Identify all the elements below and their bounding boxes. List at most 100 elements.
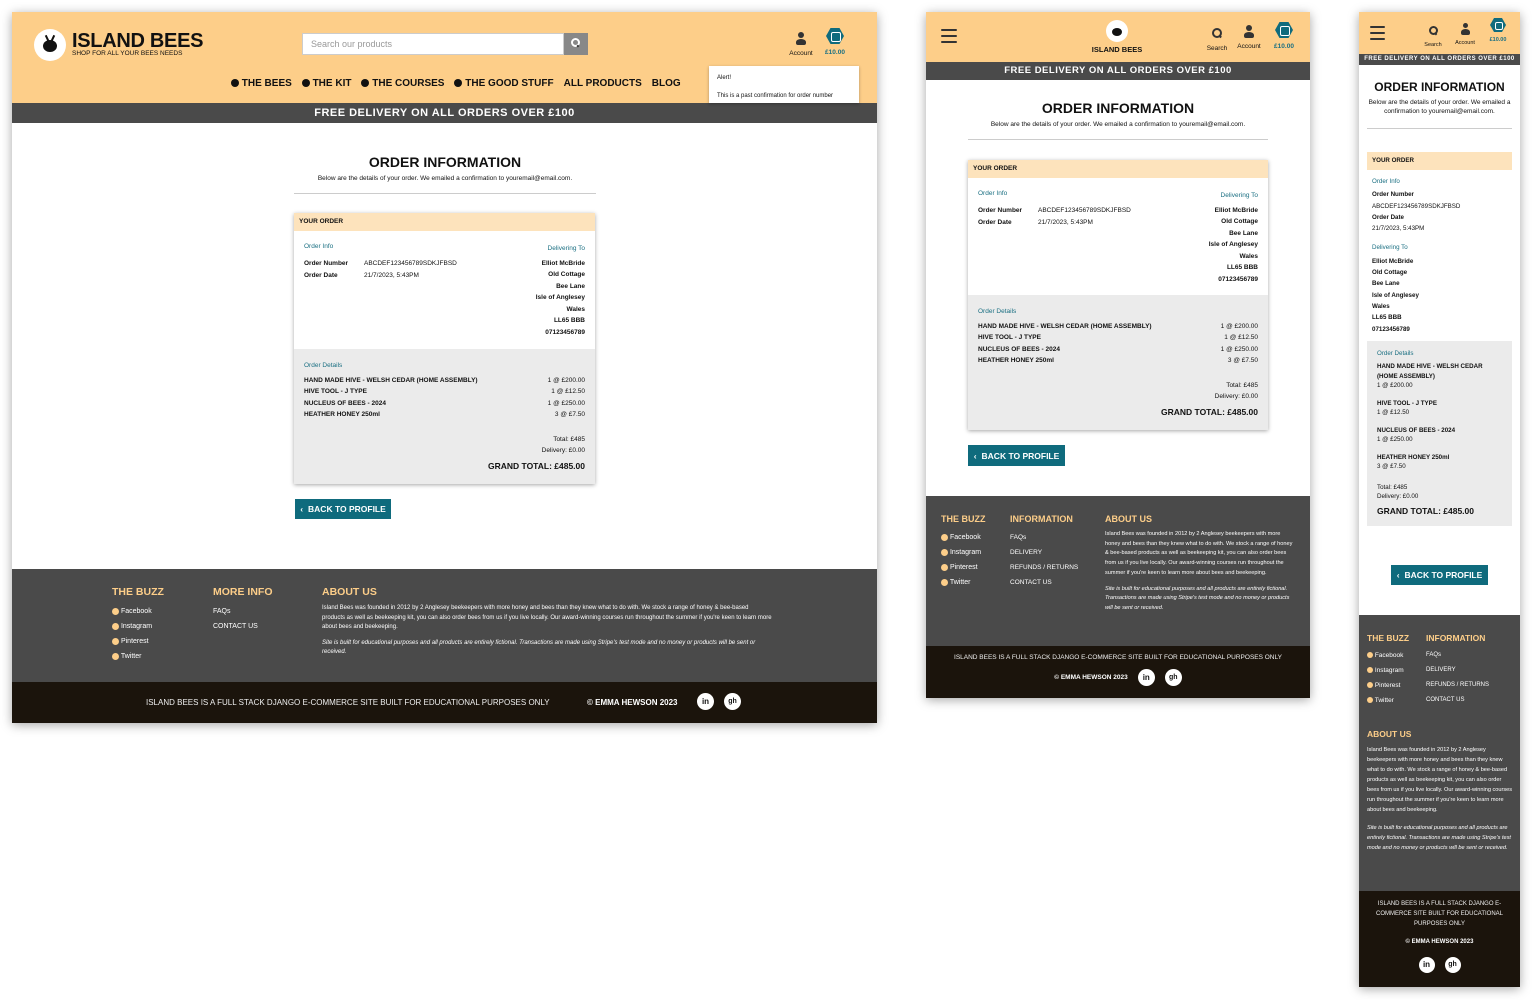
search-input[interactable]: Search our products: [302, 33, 564, 55]
footer-information: INFORMATION FAQs DELIVERY REFUNDS / RETU…: [1426, 631, 1489, 708]
page-header: ORDER INFORMATION Below are the details …: [294, 154, 596, 194]
search-link[interactable]: Search: [1204, 25, 1230, 52]
order-info-section: Order Info Order Number ABCDEF123456789SD…: [294, 231, 595, 349]
page-title: ORDER INFORMATION: [368, 154, 522, 170]
page-header: ORDER INFORMATION Below are the details …: [1367, 80, 1512, 129]
order-card: YOUR ORDER Order Info Order Number ABCDEF…: [968, 160, 1268, 430]
disclaimer-text: Site is built for educational purposes a…: [322, 639, 756, 656]
linkedin-icon[interactable]: in: [697, 693, 714, 710]
nav-item-bees[interactable]: THE BEES: [231, 78, 292, 89]
footer-link-refunds[interactable]: REFUNDS / RETURNS: [1010, 560, 1078, 575]
order-number: ABCDEF123456789SDKJFBSD: [364, 260, 457, 267]
basket-total: £10.00: [825, 49, 845, 56]
brand-tagline: SHOP FOR ALL YOUR BEES NEEDS: [72, 50, 183, 57]
logo-icon[interactable]: [1106, 20, 1128, 42]
nav-item-courses[interactable]: THE COURSES: [361, 78, 444, 89]
social-facebook[interactable]: Facebook: [941, 530, 986, 545]
page-header: ORDER INFORMATION Below are the details …: [968, 100, 1268, 140]
account-label: Account: [789, 50, 813, 57]
social-pinterest[interactable]: Pinterest: [112, 634, 164, 649]
tablet-view: ISLAND BEES Search Account £10.00 FREE D…: [926, 12, 1310, 698]
social-instagram[interactable]: Instagram: [112, 619, 164, 634]
copyright: © EMMA HEWSON 2023: [587, 698, 678, 707]
footer-link-delivery[interactable]: DELIVERY: [1010, 545, 1078, 560]
footer-link-faqs[interactable]: FAQs: [213, 604, 273, 619]
order-info-section: Order Info Order Number ABCDEF123456789S…: [1372, 178, 1461, 333]
social-instagram[interactable]: Instagram: [941, 545, 986, 560]
site-footer: THE BUZZ Facebook Instagram Pinterest Tw…: [12, 569, 877, 682]
order-card-header: YOUR ORDER: [294, 213, 595, 231]
chevron-left-icon: ‹: [973, 450, 977, 461]
social-facebook[interactable]: Facebook: [112, 604, 164, 619]
footer-link-contact[interactable]: CONTACT US: [213, 619, 273, 634]
main-nav: THE BEES THE KIT THE COURSES THE GOOD ST…: [231, 78, 681, 89]
page-title: ORDER INFORMATION: [1041, 100, 1195, 116]
page-subtitle: Below are the details of your order. We …: [990, 121, 1246, 128]
page-subtitle: Below are the details of your order. We …: [1368, 99, 1511, 115]
grand-total: GRAND TOTAL: £485.00: [1161, 406, 1258, 417]
footer-link-faqs[interactable]: FAQs: [1426, 648, 1489, 663]
account-link[interactable]: Account: [1234, 25, 1264, 50]
footer-link-delivery[interactable]: DELIVERY: [1426, 663, 1489, 678]
hamburger-menu-icon[interactable]: [1370, 26, 1385, 40]
footer-about: ABOUT US Island Bees was founded in 2012…: [1105, 514, 1293, 611]
social-twitter[interactable]: Twitter: [941, 575, 986, 590]
delivery-banner: FREE DELIVERY ON ALL ORDERS OVER £100: [12, 103, 877, 123]
basket-link[interactable]: £10.00: [1485, 18, 1511, 43]
social-pinterest[interactable]: Pinterest: [1367, 678, 1409, 693]
brand-name[interactable]: ISLAND BEES: [1081, 45, 1153, 54]
social-twitter[interactable]: Twitter: [112, 649, 164, 664]
footer-link-faqs[interactable]: FAQs: [1010, 530, 1078, 545]
footer-link-refunds[interactable]: REFUNDS / RETURNS: [1426, 678, 1489, 693]
order-date: 21/7/2023, 5:43PM: [364, 271, 419, 279]
search-button[interactable]: [564, 33, 588, 55]
account-link[interactable]: Account: [1451, 22, 1479, 46]
order-details-section: Order Details HAND MADE HIVE - WELSH CED…: [294, 349, 595, 484]
github-icon[interactable]: gh: [1444, 957, 1461, 973]
nav-item-blog[interactable]: BLOG: [652, 78, 681, 89]
search-link[interactable]: Search: [1421, 22, 1445, 48]
order-card: YOUR ORDER Order Info Order Number ABCDE…: [1367, 152, 1512, 527]
basket-link[interactable]: £10.00: [822, 28, 848, 56]
back-to-profile-button[interactable]: ‹ BACK TO PROFILE: [968, 445, 1065, 466]
account-link[interactable]: Account: [786, 32, 816, 57]
line-item: HIVE TOOL - J TYPE 1 @ £12.50: [978, 334, 1258, 341]
alert-title: Alert!: [717, 75, 732, 81]
site-header: ISLAND BEES Search Account £10.00: [926, 12, 1310, 62]
footer-social: THE BUZZ Facebook Instagram Pinterest Tw…: [112, 585, 164, 664]
footer-bottom: ISLAND BEES IS A FULL STACK DJANGO E-COM…: [12, 682, 877, 723]
chevron-left-icon: ‹: [1396, 570, 1400, 580]
nav-item-all-products[interactable]: ALL PRODUCTS: [564, 78, 642, 89]
social-pinterest[interactable]: Pinterest: [941, 560, 986, 575]
alert-text: This is a past confirmation for order nu…: [717, 93, 834, 99]
back-to-profile-button[interactable]: ‹ BACK TO PROFILE: [1391, 565, 1488, 585]
line-item: HAND MADE HIVE - WELSH CEDAR (HOME ASSEM…: [304, 376, 585, 384]
basket-link[interactable]: £10.00: [1270, 22, 1298, 50]
site-header: Search Account £10.00: [1359, 12, 1520, 54]
person-icon: [1460, 23, 1471, 35]
grand-total: GRAND TOTAL: £485.00: [1377, 505, 1474, 516]
footer-bottom-text: ISLAND BEES IS A FULL STACK DJANGO E-COM…: [146, 698, 550, 707]
social-twitter[interactable]: Twitter: [1367, 693, 1409, 708]
site-footer: THE BUZZ Facebook Instagram Pinterest Tw…: [926, 496, 1310, 646]
footer-information: INFORMATION FAQs DELIVERY REFUNDS / RETU…: [1010, 512, 1078, 590]
line-item: HAND MADE HIVE - WELSH CEDAR (HOME ASSEM…: [978, 322, 1258, 330]
back-to-profile-button[interactable]: ‹ BACK TO PROFILE: [295, 499, 391, 519]
social-instagram[interactable]: Instagram: [1367, 663, 1409, 678]
search-icon: [1428, 26, 1438, 35]
search-icon: [571, 38, 580, 47]
footer-link-contact[interactable]: CONTACT US: [1426, 693, 1489, 708]
order-details-section: Order Details HAND MADE HIVE - WELSH CED…: [968, 295, 1268, 430]
github-icon[interactable]: gh: [724, 693, 741, 710]
nav-item-good-stuff[interactable]: THE GOOD STUFF: [454, 78, 554, 89]
footer-link-contact[interactable]: CONTACT US: [1010, 575, 1078, 590]
linkedin-icon[interactable]: in: [1418, 957, 1435, 973]
logo-icon[interactable]: [34, 29, 66, 61]
social-facebook[interactable]: Facebook: [1367, 648, 1409, 663]
chevron-left-icon: ‹: [300, 504, 304, 514]
hamburger-menu-icon[interactable]: [941, 29, 957, 43]
linkedin-icon[interactable]: in: [1137, 669, 1155, 686]
github-icon[interactable]: gh: [1164, 669, 1182, 686]
nav-item-kit[interactable]: THE KIT: [301, 78, 351, 89]
line-item: HEATHER HONEY 250ml 3 @ £7.50: [978, 357, 1258, 364]
